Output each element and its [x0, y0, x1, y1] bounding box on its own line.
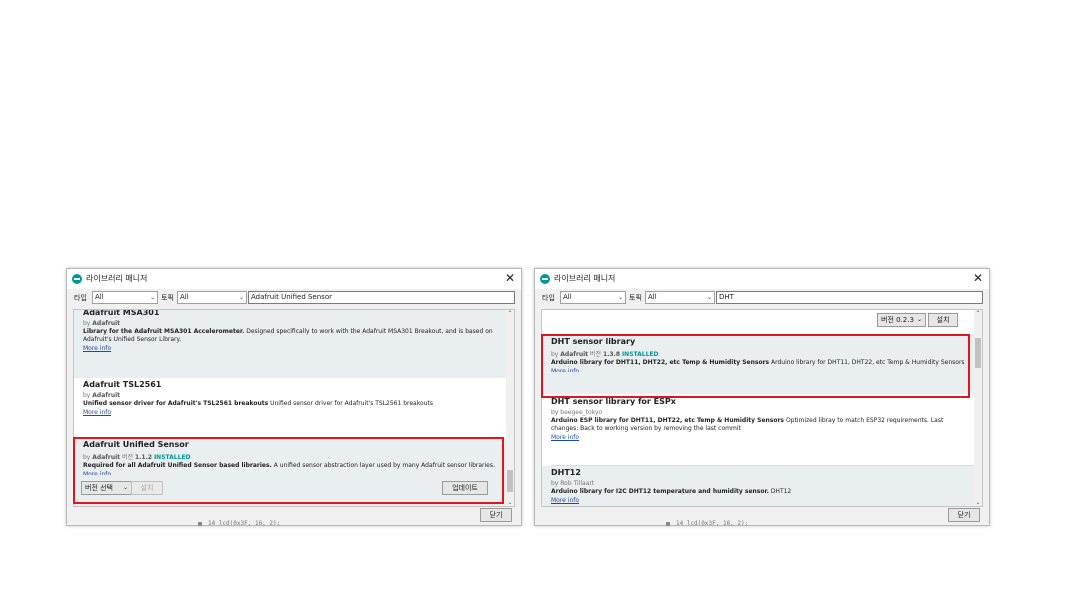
topic-select-value: All: [648, 293, 657, 301]
close-icon[interactable]: ✕: [973, 270, 983, 286]
library-description: Arduino library for DHT11, DHT22, etc Te…: [551, 359, 965, 366]
list-item[interactable]: Adafruit TSL2561 by Adafruit Unified sen…: [74, 379, 506, 437]
chevron-down-icon: ⌄: [238, 294, 244, 301]
library-description: Arduino library for I2C DHT12 temperatur…: [551, 488, 792, 495]
list-item-selected[interactable]: DHT sensor library by Adafruit 버전 1.3.8 …: [542, 334, 974, 394]
search-input[interactable]: DHT: [716, 291, 983, 304]
topic-select[interactable]: All ⌄: [177, 291, 247, 304]
library-author: by Adafruit: [83, 392, 121, 399]
scrollbar-thumb[interactable]: [975, 338, 981, 368]
more-info-link[interactable]: More info: [551, 368, 974, 372]
library-name: Adafruit MSA301: [83, 309, 160, 317]
more-info-link[interactable]: More info: [83, 471, 506, 475]
more-info-link[interactable]: More info: [551, 497, 974, 504]
version-select[interactable]: 버전 선택 ⌄: [81, 481, 132, 495]
installed-badge: INSTALLED: [621, 351, 659, 358]
library-author: by Adafruit: [83, 320, 121, 327]
close-button[interactable]: 닫기: [480, 508, 512, 522]
chevron-up-icon[interactable]: ⌃: [506, 310, 514, 317]
code-editor-peek: 14 lcd(0x3F, 16, 2);: [198, 520, 280, 527]
library-manager-window-right: 라이브러리 매니저 ✕ 타입 All ⌄ 토픽 All ⌄ DHT 버전 0.2…: [534, 268, 990, 526]
library-author: by Adafruit 버전 1.3.8 INSTALLED: [551, 351, 659, 358]
filter-bar: 타입 All ⌄ 토픽 All ⌄ DHT: [535, 291, 989, 305]
topic-select[interactable]: All ⌄: [645, 291, 715, 304]
library-list: Adafruit MSA301 by Adafruit Library for …: [73, 309, 515, 507]
type-select[interactable]: All ⌄: [92, 291, 158, 304]
scrollbar-thumb[interactable]: [507, 470, 513, 492]
chevron-down-icon[interactable]: ⌄: [974, 499, 982, 506]
scrollbar[interactable]: ⌃ ⌄: [974, 310, 982, 506]
filter-bar: 타입 All ⌄ 토픽 All ⌄ Adafruit Unified Senso…: [67, 291, 521, 305]
close-icon[interactable]: ✕: [505, 270, 515, 286]
version-select[interactable]: 버전 0.2.3 ⌄: [877, 313, 926, 327]
title-bar: 라이브러리 매니저 ✕: [67, 269, 521, 289]
more-info-link[interactable]: More info: [83, 409, 506, 416]
library-description: Required for all Adafruit Unified Sensor…: [83, 462, 495, 469]
library-name: DHT12: [551, 468, 581, 477]
topic-select-value: All: [180, 293, 189, 301]
breakpoint-marker: [198, 521, 202, 526]
chevron-down-icon: ⌄: [916, 316, 922, 323]
install-button[interactable]: 설치: [928, 313, 958, 327]
library-author: by Adafruit 버전 1.1.2 INSTALLED: [83, 454, 191, 461]
arduino-logo-icon: [72, 274, 82, 284]
close-button[interactable]: 닫기: [948, 508, 980, 522]
breakpoint-marker: [666, 521, 670, 526]
chevron-down-icon: ⌄: [149, 294, 155, 301]
type-select-value: All: [563, 293, 572, 301]
title-bar: 라이브러리 매니저 ✕: [535, 269, 989, 289]
list-item[interactable]: Adafruit MSA301 by Adafruit Library for …: [74, 310, 506, 378]
scrollbar[interactable]: ⌃ ⌄: [506, 310, 514, 506]
type-label: 타입: [74, 294, 87, 302]
type-select-value: All: [95, 293, 104, 301]
search-input[interactable]: Adafruit Unified Sensor: [248, 291, 515, 304]
chevron-down-icon: ⌄: [617, 294, 623, 301]
chevron-up-icon[interactable]: ⌃: [974, 310, 982, 317]
arduino-logo-icon: [540, 274, 550, 284]
library-manager-window-left: 라이브러리 매니저 ✕ 타입 All ⌄ 토픽 All ⌄ Adafruit U…: [66, 268, 522, 526]
topic-label: 토픽: [629, 294, 642, 302]
library-name: Adafruit Unified Sensor: [83, 440, 189, 449]
more-info-link[interactable]: More info: [551, 434, 974, 441]
update-button[interactable]: 업데이트: [442, 481, 488, 495]
type-select[interactable]: All ⌄: [560, 291, 626, 304]
library-description: Library for the Adafruit MSA301 Accelero…: [83, 328, 493, 343]
more-info-link[interactable]: More info: [83, 345, 506, 352]
library-list: 버전 0.2.3 ⌄ 설치 DHT sensor library by Adaf…: [541, 309, 983, 507]
list-item-selected[interactable]: Adafruit Unified Sensor by Adafruit 버전 1…: [74, 438, 506, 506]
type-label: 타입: [542, 294, 555, 302]
list-item[interactable]: DHT12 by Rob Tillaart Arduino library fo…: [542, 466, 974, 506]
library-author: by Rob Tillaart: [551, 480, 595, 487]
library-name: Adafruit TSL2561: [83, 380, 162, 389]
window-title: 라이브러리 매니저: [554, 274, 616, 283]
chevron-down-icon[interactable]: ⌄: [506, 499, 514, 506]
chevron-down-icon: ⌄: [122, 484, 128, 491]
chevron-down-icon: ⌄: [706, 294, 712, 301]
library-author: by beegee_tokyo: [551, 409, 603, 416]
library-description: Arduino ESP library for DHT11, DHT22, et…: [551, 417, 944, 432]
library-name: DHT sensor library for ESPx: [551, 397, 676, 406]
window-title: 라이브러리 매니저: [86, 274, 148, 283]
library-description: Unified sensor driver for Adafruit's TSL…: [83, 400, 433, 407]
topic-label: 토픽: [161, 294, 174, 302]
install-button[interactable]: 설치: [131, 481, 163, 495]
list-item[interactable]: DHT sensor library for ESPx by beegee_to…: [542, 396, 974, 464]
code-editor-peek: 14 lcd(0x3F, 16, 2);: [666, 520, 748, 527]
library-name: DHT sensor library: [551, 337, 636, 346]
installed-badge: INSTALLED: [153, 454, 191, 461]
